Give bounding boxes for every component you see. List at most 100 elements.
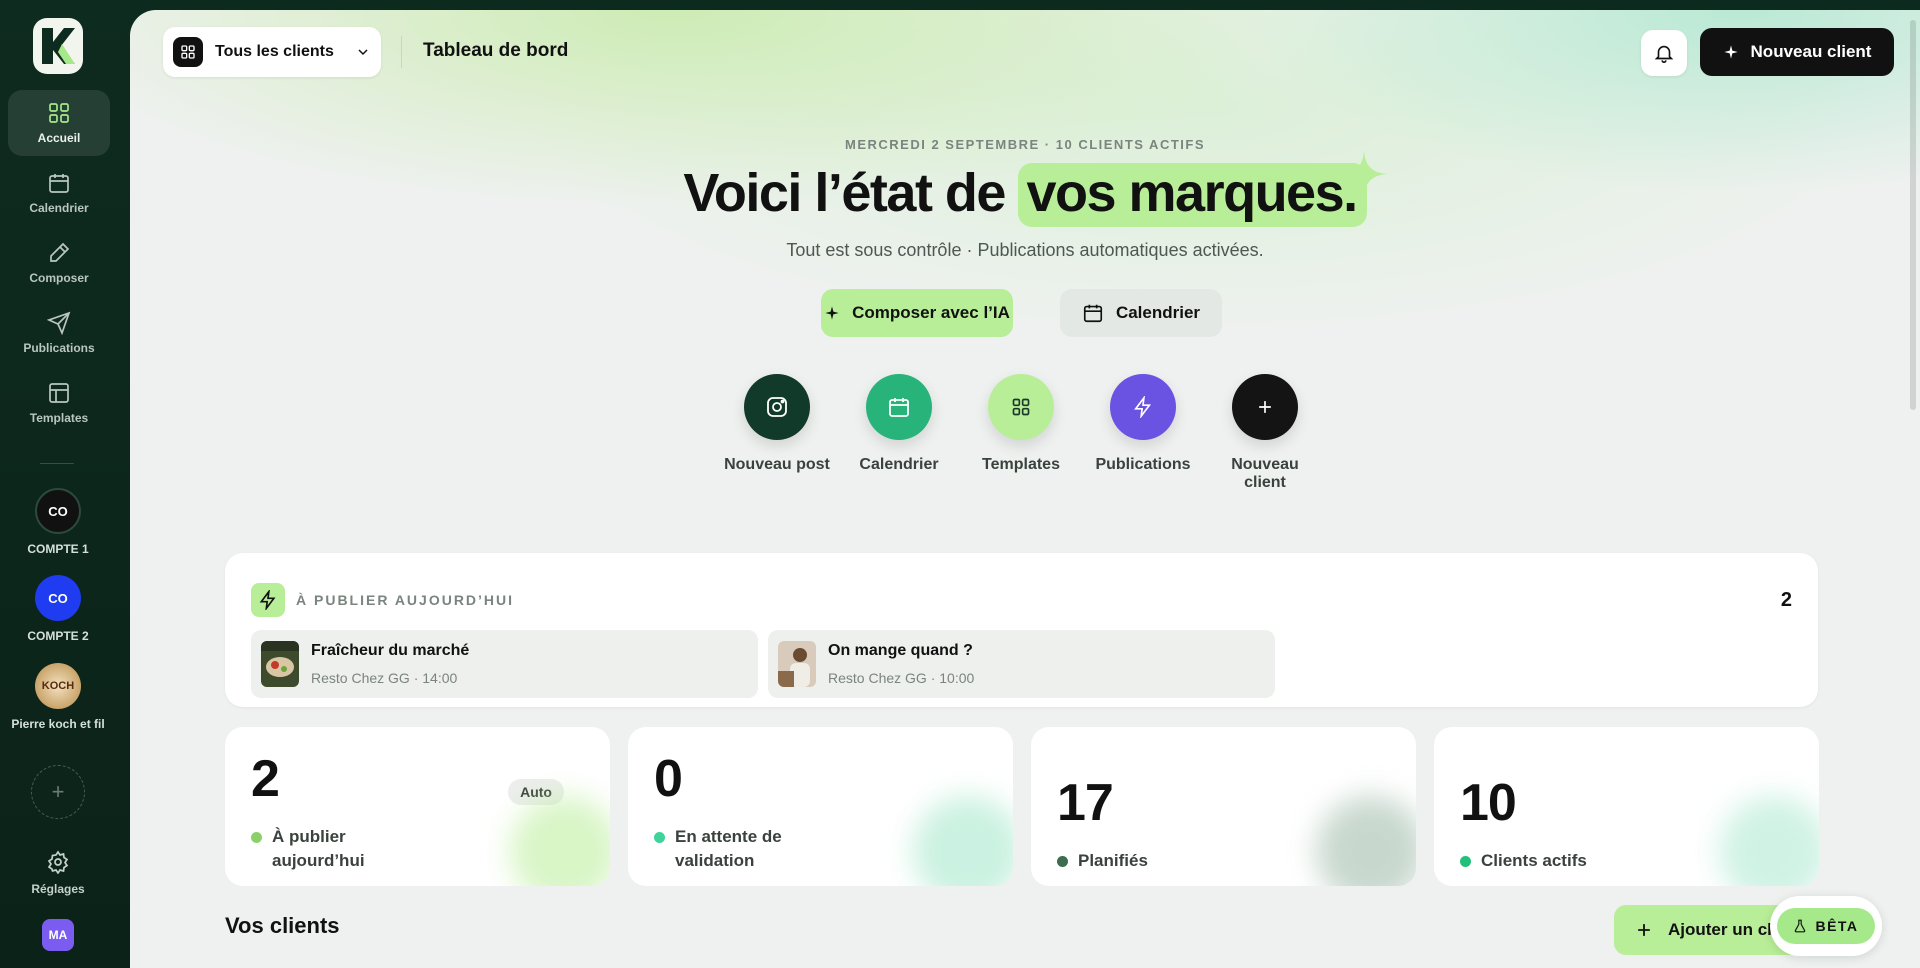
stat-label-line: À publier [272,827,346,846]
calendar-icon [1083,304,1103,323]
post-meta: Resto Chez GG · 10:00 [828,670,975,686]
quick-action-label: Publications [1095,456,1191,473]
stat-value: 0 [654,750,683,808]
chevron-down-icon [358,49,368,56]
bolt-icon [1110,374,1176,440]
gear-icon [47,850,69,874]
hero-date: MERCREDI 2 SEPTEMBRE · 10 CLIENTS ACTIFS [845,137,1205,152]
avatar-koch-logo: KOCH [35,663,81,709]
plus-icon [1232,374,1298,440]
stat-card-pending[interactable]: 0 En attente de validation [628,727,1013,886]
sidebar-item-reglages[interactable]: Réglages [8,850,108,896]
sidebar-item-calendrier[interactable]: Calendrier [8,160,110,226]
flask-icon [1795,919,1806,933]
post-thumbnail [778,641,816,687]
pencil-icon [50,242,70,262]
sidebar-item-label: Composer [29,271,89,285]
quick-action-publications[interactable]: Publications [1083,374,1203,474]
stat-label: En attente de validation [654,825,782,873]
sparkle-icon [825,306,839,320]
decorative-blob [510,796,610,886]
stat-card-active-clients[interactable]: 10 Clients actifs [1434,727,1819,886]
quick-action-label: Nouveau client [1231,456,1299,491]
grid-icon [988,374,1054,440]
account-compte-2[interactable]: CO COMPTE 2 [4,575,112,643]
account-compte-1[interactable]: CO COMPTE 1 [4,488,112,556]
sidebar-item-label: Accueil [37,131,81,145]
bell-icon [1654,45,1674,63]
post-meta: Resto Chez GG · 14:00 [311,670,458,686]
bolt-icon [251,583,285,617]
avatar-initials: MA [48,928,68,942]
quick-action-label: Templates [982,456,1060,473]
status-dot [1460,856,1471,867]
quick-action-nouveau-client[interactable]: Nouveau client [1205,374,1325,492]
quick-action-calendrier[interactable]: Calendrier [839,374,959,474]
account-label: COMPTE 2 [27,629,89,643]
decorative-blob [1316,796,1416,886]
plus-icon: + [51,779,65,804]
add-account-button[interactable]: + [31,765,85,819]
layout-icon [49,383,69,403]
quick-action-templates[interactable]: Templates [961,374,1081,474]
stat-card-publish-today[interactable]: 2 Auto À publier aujourd’hui [225,727,610,886]
stat-value: 10 [1460,774,1517,832]
post-thumbnail [261,641,299,687]
page-title: Tableau de bord [423,40,569,61]
beta-label: BÊTA [1815,918,1859,934]
new-client-label: Nouveau client [1750,42,1872,61]
sidebar-item-label: Calendrier [29,201,89,215]
post-title: Fraîcheur du marché [311,642,470,659]
sidebar-item-label: Templates [29,411,89,425]
sidebar-item-composer[interactable]: Composer [8,230,110,296]
account-pierre-koch[interactable]: KOCH Pierre koch et fil [4,663,112,731]
sidebar-divider [40,463,74,464]
clients-section-title: Vos clients [225,913,340,938]
compose-ai-label: Composer avec l’IA [852,303,1010,322]
app-logo[interactable] [33,18,83,74]
scheduled-post[interactable]: Fraîcheur du marché Resto Chez GG · 14:0… [251,630,758,698]
sidebar-item-publications[interactable]: Publications [8,300,110,366]
stat-label-line: aujourd’hui [272,851,365,870]
stat-value: 2 [251,750,280,808]
scheduled-post[interactable]: On mange quand ? Resto Chez GG · 10:00 [768,630,1275,698]
calendar-icon [49,174,69,193]
hero-title-prefix: Voici l’état de [683,163,1019,223]
main-panel: Tous les clients Tableau de bord Nouveau… [130,10,1920,968]
sidebar-item-label: Réglages [31,882,85,896]
sidebar-item-label: Publications [23,341,95,355]
scrollbar[interactable] [1910,20,1916,410]
decorative-blob [913,796,1013,886]
new-client-button[interactable]: Nouveau client [1700,28,1894,76]
user-avatar[interactable]: MA [42,919,74,951]
sidebar-item-templates[interactable]: Templates [8,370,110,436]
grid-icon [173,37,203,67]
status-dot [251,832,262,843]
avatar-initials: CO [48,590,68,606]
stat-label-line: validation [675,851,755,870]
quick-action-nouveau-post[interactable]: Nouveau post [717,374,837,474]
hero-subtitle: Tout est sous contrôle · Publications au… [786,240,1264,260]
compose-ai-button[interactable]: Composer avec l’IA [821,289,1013,337]
calendar-button[interactable]: Calendrier [1060,289,1222,337]
calendar-icon [866,374,932,440]
publish-today-card: À PUBLIER AUJOURD’HUI 2 Fraîcheur du mar… [225,553,1818,707]
quick-action-label: Calendrier [859,456,939,473]
beta-badge[interactable]: BÊTA [1770,896,1882,956]
sidebar-item-accueil[interactable]: Accueil [8,90,110,156]
client-selector[interactable]: Tous les clients [163,27,381,77]
notifications-button[interactable] [1641,30,1687,76]
avatar: CO [35,488,81,534]
stat-card-planned[interactable]: 17 Planifiés [1031,727,1416,886]
status-dot [1057,856,1068,867]
instagram-icon [744,374,810,440]
stat-label-line: En attente de [675,827,782,846]
publish-today-count: 2 [1780,589,1792,611]
decorative-blob [1719,796,1819,886]
publish-today-title: À PUBLIER AUJOURD’HUI [296,592,515,608]
stat-value: 17 [1057,774,1114,832]
topbar-divider [401,36,402,68]
sidebar: Accueil Calendrier Composer Publications… [0,0,130,968]
avatar: CO [35,575,81,621]
grid-icon [49,103,69,123]
